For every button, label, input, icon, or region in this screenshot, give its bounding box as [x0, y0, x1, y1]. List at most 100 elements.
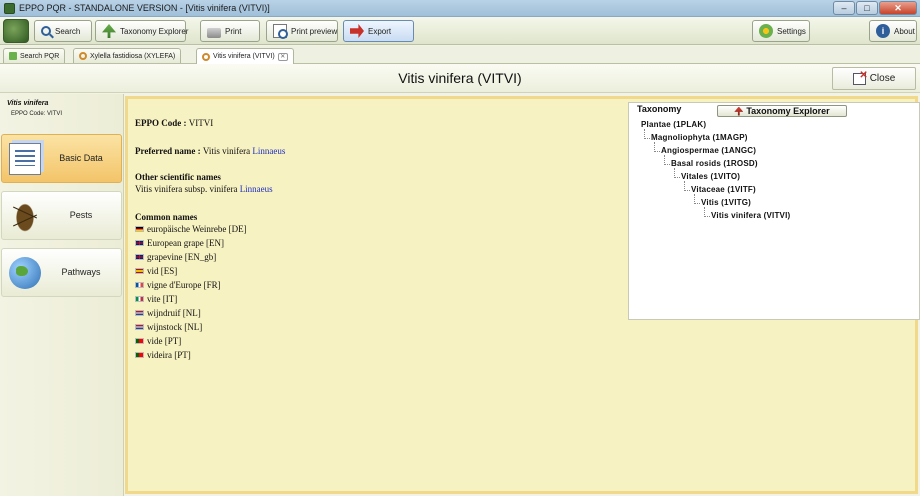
taxonomy-explorer-label: Taxonomy Explorer: [120, 26, 189, 36]
common-name-row: europäische Weinrebe [DE]: [135, 224, 247, 234]
sidebar-species-name: Vitis vinifera: [7, 100, 49, 107]
search-button-label: Search: [55, 26, 81, 36]
flag-gb-icon: [135, 254, 144, 260]
print-button-label: Print: [225, 26, 242, 36]
print-button[interactable]: Print: [200, 20, 260, 42]
common-name-row: vigne d'Europe [FR]: [135, 280, 221, 290]
tab-vitis-vinifera[interactable]: Vitis vinifera (VITVI) ✕: [196, 48, 294, 64]
close-button[interactable]: Close: [832, 67, 916, 90]
globe-icon: [9, 257, 41, 289]
basic-data-panel: EPPO Code : VITVI Preferred name : Vitis…: [125, 96, 920, 494]
sidebar-item-pests[interactable]: Pests: [1, 191, 122, 240]
common-name-row: vite [IT]: [135, 294, 177, 304]
taxonomy-node[interactable]: Magnoliophyta (1MAGP): [644, 129, 748, 142]
info-icon: i: [876, 24, 890, 38]
tree-icon: [734, 106, 744, 116]
search-icon: [41, 26, 51, 36]
tab-xylella[interactable]: Xylella fastidiosa (XYLEFA): [73, 48, 182, 63]
taxonomy-node[interactable]: Angiospermae (1ANGC): [653, 142, 756, 155]
page-title: Vitis vinifera (VITVI): [398, 70, 522, 86]
common-name: vid [ES]: [147, 266, 178, 276]
sidebar-item-basic-data[interactable]: Basic Data: [1, 134, 122, 183]
flag-pt-icon: [135, 352, 144, 358]
about-button-label: About: [894, 26, 915, 36]
common-name: vide [PT]: [147, 336, 182, 346]
export-icon: [350, 24, 364, 38]
taxonomy-explorer-panel-label: Taxonomy Explorer: [746, 106, 830, 116]
print-preview-button[interactable]: Print preview: [266, 20, 338, 42]
settings-button-label: Settings: [777, 26, 806, 36]
taxonomy-title: Taxonomy: [637, 104, 682, 114]
taxonomy-node[interactable]: Vitales (1VITO): [673, 168, 740, 181]
about-button[interactable]: i About: [869, 20, 917, 42]
app-window: EPPO PQR - STANDALONE VERSION - [Vitis v…: [0, 0, 920, 496]
sidebar: Vitis vinifera EPPO Code: VITVI Basic Da…: [0, 94, 124, 496]
eppo-code-label: EPPO Code :: [135, 118, 187, 128]
other-name-row: Vitis vinifera subsp. vinifera Linnaeus: [135, 184, 273, 194]
taxonomy-panel: Taxonomy Taxonomy Explorer Plantae (1PLA…: [628, 102, 920, 320]
sidebar-item-label: Pests: [69, 210, 93, 220]
beetle-icon: [9, 200, 41, 232]
tree-icon: [102, 24, 116, 38]
other-names-heading: Other scientific names: [135, 172, 221, 182]
search-tab-icon: [9, 52, 17, 60]
search-button[interactable]: Search: [34, 20, 92, 42]
common-name-row: videira [PT]: [135, 350, 191, 360]
common-name-row: wijndruif [NL]: [135, 308, 201, 318]
flag-fr-icon: [135, 282, 144, 288]
common-name-row: European grape [EN]: [135, 238, 224, 248]
species-tab-icon: [79, 52, 87, 60]
taxonomy-node[interactable]: Vitaceae (1VITF): [684, 181, 756, 194]
sidebar-item-label: Pathways: [61, 267, 101, 277]
preferred-name-row: Preferred name : Vitis vinifera Linnaeus: [135, 146, 285, 156]
close-icon: [852, 70, 868, 85]
tab-close-icon[interactable]: ✕: [277, 52, 288, 61]
other-author-link[interactable]: Linnaeus: [240, 184, 273, 194]
page-header: Vitis vinifera (VITVI) Close: [0, 64, 920, 93]
common-name-row: vide [PT]: [135, 336, 181, 346]
flag-gb-icon: [135, 240, 144, 246]
species-tab-icon: [202, 52, 210, 61]
taxonomy-explorer-panel-button[interactable]: Taxonomy Explorer: [717, 105, 847, 117]
settings-icon: [759, 24, 773, 38]
settings-button[interactable]: Settings: [752, 20, 810, 42]
common-name: europäische Weinrebe [DE]: [147, 224, 247, 234]
sidebar-eppo-code: EPPO Code: VITVI: [11, 111, 63, 117]
common-name: vite [IT]: [147, 294, 178, 304]
common-name: wijnstock [NL]: [147, 322, 203, 332]
minimize-button[interactable]: –: [833, 1, 855, 15]
flag-es-icon: [135, 268, 144, 274]
common-name: European grape [EN]: [147, 238, 224, 248]
maximize-button[interactable]: □: [856, 1, 878, 15]
print-preview-label: Print preview: [291, 26, 338, 36]
toolbar: Search Taxonomy Explorer Print Print pre…: [0, 17, 920, 45]
export-button[interactable]: Export: [343, 20, 414, 42]
title-bar: EPPO PQR - STANDALONE VERSION - [Vitis v…: [0, 0, 920, 17]
eppo-code-value: VITVI: [188, 118, 214, 128]
app-icon: [4, 3, 15, 14]
close-window-button[interactable]: ✕: [879, 1, 917, 15]
window-title: EPPO PQR - STANDALONE VERSION - [Vitis v…: [19, 3, 270, 13]
taxonomy-node[interactable]: Plantae (1PLAK): [641, 120, 706, 129]
close-button-label: Close: [869, 73, 896, 84]
taxonomy-explorer-button[interactable]: Taxonomy Explorer: [95, 20, 189, 42]
taxonomy-node[interactable]: Vitis (1VITG): [693, 194, 751, 207]
tab-search-pqr[interactable]: Search PQR: [3, 48, 66, 63]
preferred-name-value: Vitis vinifera: [202, 146, 251, 156]
taxonomy-node[interactable]: Basal rosids (1ROSD): [664, 155, 758, 168]
sidebar-item-pathways[interactable]: Pathways: [1, 248, 122, 297]
tab-label: Vitis vinifera (VITVI): [213, 53, 275, 60]
common-name: grapevine [EN_gb]: [147, 252, 217, 262]
other-name-value: Vitis vinifera subsp. vinifera: [135, 184, 238, 194]
taxonomy-node[interactable]: Vitis vinifera (VITVI): [703, 207, 790, 220]
flag-pt-icon: [135, 338, 144, 344]
preferred-author-link[interactable]: Linnaeus: [252, 146, 285, 156]
common-name-row: wijnstock [NL]: [135, 322, 202, 332]
common-name: vigne d'Europe [FR]: [147, 280, 221, 290]
common-name: wijndruif [NL]: [147, 308, 201, 318]
sidebar-item-label: Basic Data: [59, 153, 103, 163]
tab-label: Xylella fastidiosa (XYLEFA): [90, 52, 176, 60]
eppo-code-row: EPPO Code : VITVI: [135, 118, 213, 128]
window-controls: – □ ✕: [833, 1, 917, 15]
eppo-logo-icon: [3, 19, 29, 43]
